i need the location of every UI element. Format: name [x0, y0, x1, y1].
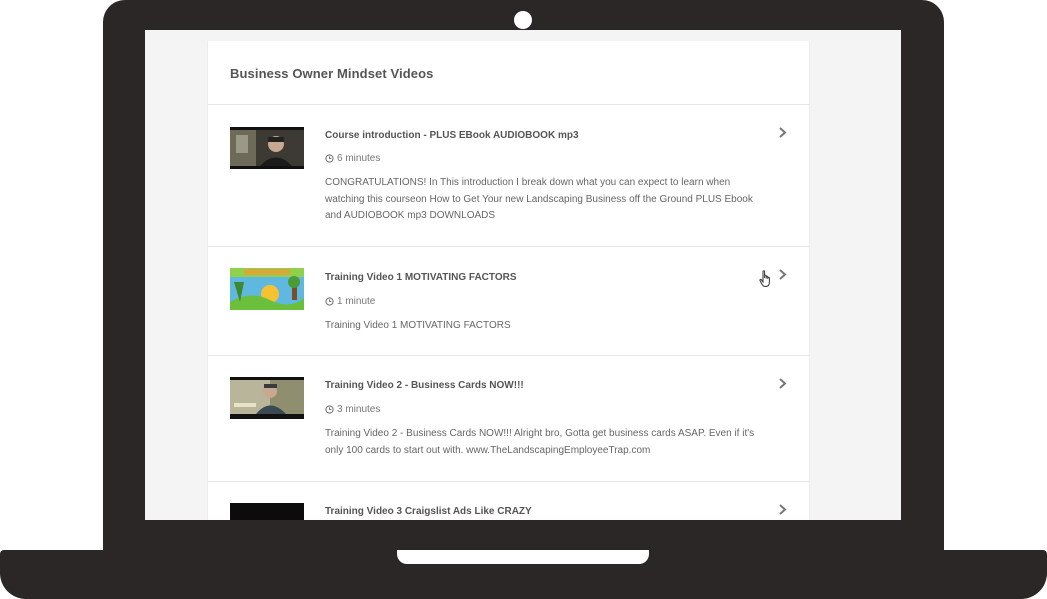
lesson-title[interactable]: Training Video 2 - Business Cards NOW!!! [325, 380, 524, 391]
lesson-item[interactable]: Training Video 2 - Business Cards NOW!!!… [208, 356, 809, 482]
lesson-title[interactable]: Course introduction - PLUS EBook AUDIOBO… [325, 130, 579, 141]
hand-cursor-icon [759, 270, 770, 288]
clock-icon [325, 154, 334, 163]
chevron-right-icon[interactable] [778, 269, 787, 280]
lesson-description: CONGRATULATIONS! In This introduction I … [325, 177, 753, 221]
lesson-duration: 6 minutes [325, 153, 380, 164]
video-thumbnail-icon[interactable] [230, 268, 304, 310]
duration-text: 3 minutes [337, 404, 381, 415]
lesson-description: Training Video 1 MOTIVATING FACTORS [325, 320, 511, 331]
video-thumbnail-icon[interactable] [230, 127, 304, 169]
chevron-right-icon[interactable] [778, 504, 787, 515]
laptop-mockup: Business Owner Mindset Videos Course int… [0, 0, 1047, 599]
duration-text: 6 minutes [337, 153, 381, 164]
video-thumbnail-icon[interactable] [230, 503, 304, 520]
chevron-right-icon[interactable] [778, 378, 787, 389]
clock-icon [325, 405, 334, 414]
panel-title: Business Owner Mindset Videos [230, 66, 434, 81]
lesson-description: Training Video 2 - Business Cards NOW!!!… [325, 428, 755, 456]
duration-text: 1 minute [337, 296, 376, 307]
clock-icon [325, 297, 334, 306]
laptop-screen: Business Owner Mindset Videos Course int… [145, 30, 901, 520]
lesson-title[interactable]: Training Video 1 MOTIVATING FACTORS [325, 272, 517, 283]
chevron-right-icon[interactable] [778, 127, 787, 138]
lesson-duration: 1 minute [325, 296, 375, 307]
lesson-item[interactable]: Course introduction - PLUS EBook AUDIOBO… [208, 105, 809, 247]
lesson-panel: Business Owner Mindset Videos Course int… [207, 41, 810, 520]
lesson-item[interactable]: Training Video 3 Craigslist Ads Like CRA… [208, 482, 809, 520]
video-thumbnail-icon[interactable] [230, 377, 304, 419]
panel-header: Business Owner Mindset Videos [208, 41, 809, 105]
laptop-base [0, 550, 1047, 599]
laptop-notch [397, 550, 649, 564]
lesson-title[interactable]: Training Video 3 Craigslist Ads Like CRA… [325, 506, 532, 517]
webcam-icon [514, 11, 532, 29]
lesson-item[interactable]: Training Video 1 MOTIVATING FACTORS 1 mi… [208, 247, 809, 356]
lesson-duration: 3 minutes [325, 404, 380, 415]
